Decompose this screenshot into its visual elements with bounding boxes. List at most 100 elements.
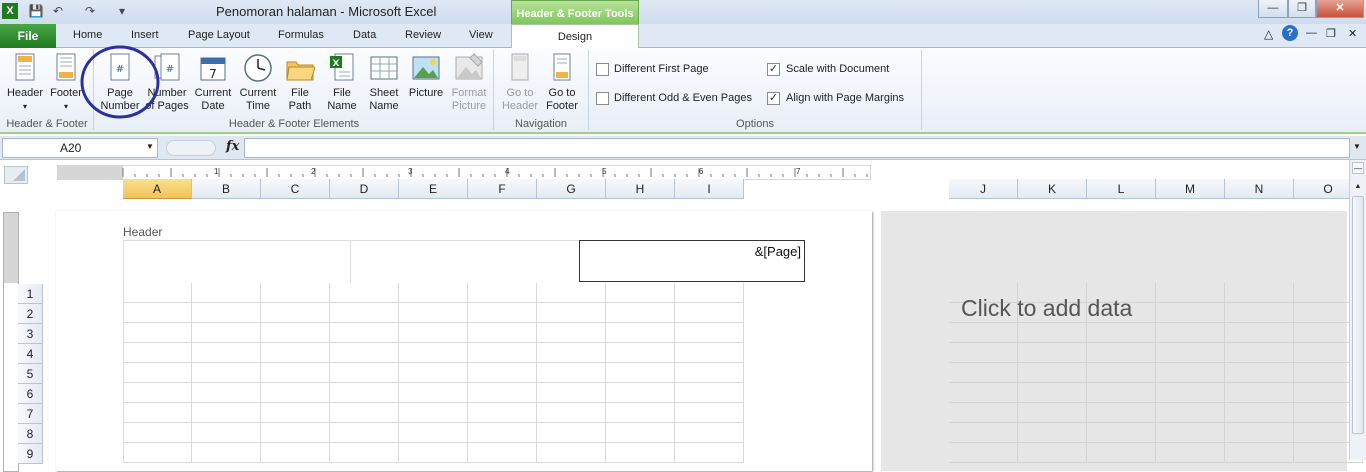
cell[interactable] <box>261 283 330 303</box>
header-button[interactable]: Header ▾ <box>4 52 46 113</box>
tab-insert[interactable]: Insert <box>131 29 159 41</box>
cell[interactable] <box>123 423 192 443</box>
cell[interactable] <box>675 283 744 303</box>
cell[interactable] <box>675 403 744 423</box>
cell[interactable] <box>261 443 330 463</box>
doc-close-icon[interactable]: ✕ <box>1348 27 1357 40</box>
row-header-3[interactable]: 3 <box>18 324 43 344</box>
tab-design[interactable]: Design <box>511 24 639 49</box>
cell[interactable] <box>537 403 606 423</box>
cell[interactable] <box>468 443 537 463</box>
cell[interactable] <box>399 283 468 303</box>
cell[interactable] <box>192 383 261 403</box>
scroll-up-arrow-icon[interactable]: ▲ <box>1352 182 1364 192</box>
cell[interactable] <box>123 443 192 463</box>
vertical-scrollbar[interactable]: — ▲ <box>1349 160 1366 460</box>
cell[interactable] <box>399 323 468 343</box>
row-header-9[interactable]: 9 <box>18 444 43 464</box>
cell[interactable] <box>192 443 261 463</box>
cell[interactable] <box>399 303 468 323</box>
row-header-6[interactable]: 6 <box>18 384 43 404</box>
scrollbar-thumb[interactable] <box>1352 196 1364 434</box>
format-picture-button[interactable]: Format Picture <box>448 52 490 113</box>
cell[interactable] <box>468 363 537 383</box>
cell[interactable] <box>123 403 192 423</box>
picture-button[interactable]: Picture <box>406 52 446 100</box>
expand-formula-bar-icon[interactable]: ▼ <box>1353 142 1361 151</box>
current-time-button[interactable]: Current Time <box>236 52 280 113</box>
cell[interactable] <box>537 423 606 443</box>
cell[interactable] <box>261 323 330 343</box>
column-header-e[interactable]: E <box>399 179 468 199</box>
cell[interactable] <box>606 383 675 403</box>
cell[interactable] <box>261 303 330 323</box>
column-header-n[interactable]: N <box>1225 179 1294 199</box>
row-header-4[interactable]: 4 <box>18 344 43 364</box>
close-button[interactable]: ✕ <box>1316 0 1364 18</box>
save-icon[interactable]: 💾 <box>28 3 44 19</box>
go-to-footer-button[interactable]: Go to Footer <box>541 52 583 113</box>
cell[interactable] <box>675 323 744 343</box>
cell[interactable] <box>537 343 606 363</box>
cell[interactable] <box>675 423 744 443</box>
cell[interactable] <box>537 363 606 383</box>
file-path-button[interactable]: File Path <box>282 52 318 113</box>
formula-bar-resize-handle[interactable] <box>166 140 216 156</box>
column-header-k[interactable]: K <box>1018 179 1087 199</box>
cell[interactable] <box>192 323 261 343</box>
column-header-c[interactable]: C <box>261 179 330 199</box>
cell[interactable] <box>192 403 261 423</box>
column-header-h[interactable]: H <box>606 179 675 199</box>
next-page-placeholder[interactable]: Click to add data <box>881 211 1363 471</box>
file-name-button[interactable]: X File Name <box>322 52 362 113</box>
column-header-m[interactable]: M <box>1156 179 1225 199</box>
cell[interactable] <box>123 383 192 403</box>
column-header-g[interactable]: G <box>537 179 606 199</box>
cell[interactable] <box>606 443 675 463</box>
cell[interactable] <box>606 283 675 303</box>
click-to-add-data-text[interactable]: Click to add data <box>961 295 1132 322</box>
cell[interactable] <box>399 423 468 443</box>
cell[interactable] <box>330 343 399 363</box>
cell[interactable] <box>261 423 330 443</box>
excel-logo-icon[interactable]: X <box>2 3 18 19</box>
cell[interactable] <box>468 403 537 423</box>
column-header-l[interactable]: L <box>1087 179 1156 199</box>
insert-function-icon[interactable]: fx <box>226 139 239 154</box>
column-header-f[interactable]: F <box>468 179 537 199</box>
doc-minimize-icon[interactable]: — <box>1306 27 1317 39</box>
cell[interactable] <box>468 343 537 363</box>
row-header-1[interactable]: 1 <box>18 284 43 304</box>
current-date-button[interactable]: 7 Current Date <box>192 52 234 113</box>
name-box[interactable]: A20 <box>2 138 158 158</box>
undo-icon[interactable]: ↶ <box>50 3 66 19</box>
tab-view[interactable]: View <box>469 29 493 41</box>
cell[interactable] <box>399 343 468 363</box>
cell[interactable] <box>675 303 744 323</box>
column-header-j[interactable]: J <box>949 179 1018 199</box>
cell[interactable] <box>330 323 399 343</box>
cell[interactable] <box>606 343 675 363</box>
cell[interactable] <box>399 403 468 423</box>
header-left-section[interactable] <box>123 240 350 283</box>
tab-review[interactable]: Review <box>405 29 441 41</box>
cell[interactable] <box>192 343 261 363</box>
cell[interactable] <box>330 423 399 443</box>
restore-button[interactable]: ❐ <box>1288 0 1316 18</box>
name-box-dropdown-icon[interactable]: ▼ <box>146 142 154 151</box>
tab-formulas[interactable]: Formulas <box>278 29 324 41</box>
cell[interactable] <box>261 403 330 423</box>
cell[interactable] <box>330 443 399 463</box>
tab-page-layout[interactable]: Page Layout <box>188 29 250 41</box>
cell[interactable] <box>675 383 744 403</box>
cell[interactable] <box>537 323 606 343</box>
cell[interactable] <box>468 323 537 343</box>
cell[interactable] <box>192 363 261 383</box>
tab-data[interactable]: Data <box>353 29 376 41</box>
cell[interactable] <box>675 363 744 383</box>
column-header-d[interactable]: D <box>330 179 399 199</box>
minimize-button[interactable]: — <box>1258 0 1288 18</box>
tab-home[interactable]: Home <box>73 29 102 41</box>
cell[interactable] <box>261 383 330 403</box>
doc-restore-icon[interactable]: ❐ <box>1326 27 1336 40</box>
